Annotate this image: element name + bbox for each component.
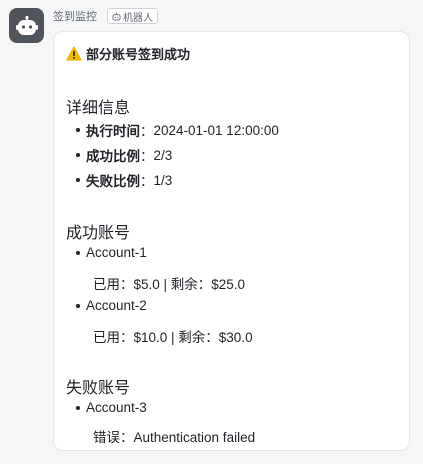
account-name: Account-2 [86, 298, 147, 313]
bullet-dot [76, 128, 80, 132]
bot-avatar[interactable] [9, 8, 44, 43]
account-usage-detail: 已用：$10.0 | 剩余：$30.0 [93, 330, 253, 345]
bot-tag-label: 机器人 [123, 12, 153, 24]
account-error-detail: 错误：Authentication failed [93, 430, 256, 445]
bullet-dot [76, 250, 80, 255]
detail-item-fail-ratio: 失败比例 ： 1/3 [76, 170, 172, 190]
failed-section-heading: 失败账号 [66, 380, 131, 397]
failed-account-item: Account-3 [76, 400, 147, 415]
account-usage-detail: 已用：$5.0 | 剩余：$25.0 [93, 277, 246, 292]
success-account-item: Account-1 [76, 245, 147, 260]
detail-separator: ： [140, 174, 154, 189]
account-name: Account-3 [86, 400, 147, 415]
bullet-dot [76, 405, 80, 410]
bot-tag: 机器人 [107, 8, 158, 24]
detail-key: 执行时间 [86, 124, 140, 139]
account-name: Account-1 [86, 245, 147, 260]
detail-value: 1/3 [153, 172, 173, 188]
detail-separator: ： [140, 124, 154, 139]
message-card: 部分账号签到成功 详细信息 执行时间 ： 2024-01-01 12:00:00… [53, 31, 410, 451]
card-title-text: 部分账号签到成功 [86, 47, 191, 62]
robot-tag-icon [112, 11, 121, 21]
success-section-heading: 成功账号 [66, 225, 131, 242]
detail-value: 2/3 [153, 147, 173, 163]
detail-key: 成功比例 [86, 149, 140, 164]
detail-item-exec-time: 执行时间 ： 2024-01-01 12:00:00 [76, 120, 279, 140]
success-account-item: Account-2 [76, 298, 147, 313]
warning-icon [66, 46, 82, 61]
robot-icon [15, 15, 38, 35]
message-sender: 签到监控 机器人 [53, 8, 158, 24]
sender-name[interactable]: 签到监控 [53, 8, 97, 24]
detail-item-success-ratio: 成功比例 ： 2/3 [76, 145, 172, 165]
detail-key: 失败比例 [86, 174, 140, 189]
detail-value: 2024-01-01 12:00:00 [153, 122, 279, 138]
bullet-dot [76, 178, 80, 182]
detail-separator: ： [140, 149, 154, 164]
bullet-dot [76, 153, 80, 157]
detail-section-heading: 详细信息 [66, 100, 131, 117]
bullet-dot [76, 303, 80, 308]
card-title: 部分账号签到成功 [66, 44, 190, 63]
